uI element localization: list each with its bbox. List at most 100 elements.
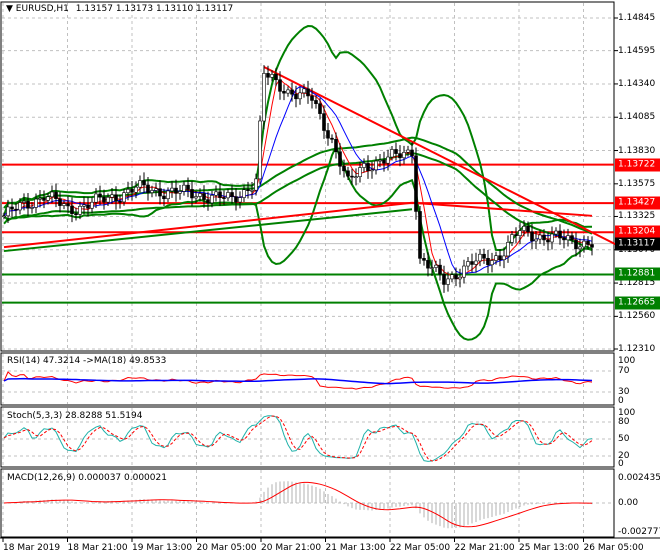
candle: [174, 187, 178, 194]
candle: [562, 237, 566, 241]
candle: [378, 159, 382, 162]
candle: [514, 234, 518, 236]
time-axis-label: 26 Mar 05:00: [583, 543, 644, 553]
price-axis-label: 1.13325: [618, 211, 656, 222]
candle: [90, 201, 94, 209]
candle: [158, 188, 162, 197]
candle: [86, 204, 90, 209]
candle: [486, 257, 490, 266]
trendline: [411, 201, 593, 217]
candle: [62, 203, 66, 206]
candle: [578, 246, 582, 250]
candle: [94, 193, 98, 203]
candle: [286, 89, 290, 94]
candle: [478, 253, 482, 262]
candle: [66, 203, 70, 207]
candle: [294, 93, 298, 100]
candle: [506, 242, 510, 257]
price-axis-label: 1.14340: [618, 78, 656, 89]
candle: [278, 79, 282, 92]
candle: [42, 197, 46, 201]
candle: [538, 234, 542, 240]
candle: [306, 88, 310, 97]
candle: [402, 152, 406, 159]
symbol-label: EURUSD,H1: [15, 4, 69, 14]
candle: [210, 195, 214, 204]
candle: [522, 225, 526, 231]
panel-frame: [0, 1, 615, 352]
candle: [474, 260, 478, 265]
candle: [270, 74, 274, 78]
candle: [458, 276, 462, 280]
candle: [206, 199, 210, 204]
candle: [410, 149, 414, 157]
candle: [102, 196, 106, 203]
candle: [418, 211, 422, 259]
candle: [50, 191, 54, 198]
candle: [354, 176, 358, 179]
candle: [326, 130, 330, 139]
candle: [534, 238, 538, 242]
candle: [454, 274, 458, 280]
candle: [334, 139, 338, 153]
candle: [34, 198, 38, 208]
candle: [370, 169, 374, 172]
rsi-axis-0: 0: [618, 396, 624, 406]
candle: [362, 163, 366, 168]
candle: [298, 92, 302, 100]
candle: [138, 180, 142, 188]
candle: [582, 240, 586, 248]
candle: [390, 149, 394, 158]
candle: [426, 260, 430, 269]
candle: [230, 192, 234, 197]
candle: [122, 192, 126, 203]
candle: [550, 233, 554, 243]
chart-header: ▼ EURUSD,H1 1.13157 1.13173 1.13110 1.13…: [6, 4, 233, 14]
candle: [218, 191, 222, 198]
candle: [166, 190, 170, 200]
candle: [574, 239, 578, 250]
price-axis-label: 1.13575: [618, 178, 656, 189]
macd-axis-zero: 0.00: [618, 498, 639, 508]
candle: [314, 100, 318, 104]
candle: [114, 194, 118, 202]
candle: [374, 160, 378, 171]
candle: [10, 206, 14, 210]
candle: [134, 186, 138, 193]
time-axis-label: 22 Mar 21:00: [454, 543, 515, 553]
candle: [54, 191, 58, 199]
candle: [110, 194, 114, 198]
candle: [558, 230, 562, 239]
candle: [250, 189, 254, 192]
candle: [18, 202, 22, 211]
candle: [190, 189, 194, 199]
time-axis-label: 21 Mar 13:00: [325, 543, 386, 553]
price-axis-label: 1.12560: [618, 311, 656, 322]
candle: [2, 215, 6, 218]
candle: [330, 137, 334, 140]
candle: [482, 253, 486, 259]
candle: [406, 149, 410, 153]
candle: [154, 188, 158, 191]
candle: [182, 184, 186, 192]
candle: [434, 264, 438, 268]
time-axis-label: 20 Mar 05:00: [196, 543, 257, 553]
macd-axis-bottom: -0.002777: [618, 527, 660, 537]
envelope-upper: [3, 136, 593, 235]
candle: [282, 91, 286, 94]
candle: [526, 225, 530, 233]
candle: [422, 258, 426, 261]
time-axis-label: 18 Mar 2019: [3, 543, 61, 553]
candle: [322, 113, 326, 131]
candle: [262, 73, 266, 122]
candle: [490, 260, 494, 266]
candle: [222, 197, 226, 199]
dropdown-triangle-icon[interactable]: ▼: [6, 4, 13, 14]
candle: [442, 273, 446, 285]
candle: [510, 234, 514, 243]
candle: [546, 239, 550, 243]
candle: [350, 175, 354, 178]
candle: [310, 95, 314, 101]
candle: [466, 261, 470, 267]
candle: [586, 240, 590, 245]
